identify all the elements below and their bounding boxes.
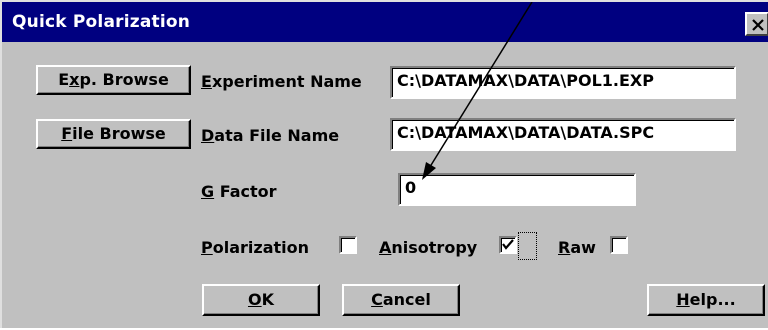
experiment-name-field[interactable]: C:\DATAMAX\DATA\POL1.EXP <box>390 66 736 99</box>
dialog-title: Quick Polarization <box>12 12 191 32</box>
help-label: Help... <box>676 290 736 309</box>
exp-browse-label: Exp. Browse <box>58 70 169 89</box>
title-bar: Quick Polarization <box>2 2 768 42</box>
polarization-label: Polarization <box>201 238 310 257</box>
g-factor-field[interactable]: 0 <box>398 173 636 206</box>
data-file-name-field[interactable]: C:\DATAMAX\DATA\DATA.SPC <box>390 118 736 151</box>
help-button[interactable]: Help... <box>647 284 765 316</box>
cancel-button[interactable]: Cancel <box>342 284 460 316</box>
experiment-name-label: Experiment Name <box>201 72 362 91</box>
close-icon <box>752 19 764 31</box>
annotation-arrow <box>422 2 533 180</box>
g-factor-label: G Factor <box>201 182 277 201</box>
close-button[interactable] <box>745 12 768 36</box>
cancel-label: Cancel <box>371 290 431 309</box>
ok-label: OK <box>247 290 274 309</box>
ok-button[interactable]: OK <box>202 284 320 316</box>
raw-label: Raw <box>558 238 596 257</box>
anisotropy-focus-rect <box>518 232 537 260</box>
anisotropy-label: Anisotropy <box>379 238 478 257</box>
anisotropy-checkbox[interactable] <box>499 236 517 254</box>
quick-polarization-dialog: Quick Polarization Exp. Browse Experimen… <box>0 0 768 328</box>
file-browse-button[interactable]: File Browse <box>36 119 191 149</box>
raw-checkbox[interactable] <box>610 236 628 254</box>
data-file-name-label: Data File Name <box>201 126 340 145</box>
polarization-checkbox[interactable] <box>339 236 357 254</box>
exp-browse-button[interactable]: Exp. Browse <box>36 65 191 95</box>
file-browse-label: File Browse <box>61 124 166 143</box>
checkmark-icon <box>502 239 514 250</box>
